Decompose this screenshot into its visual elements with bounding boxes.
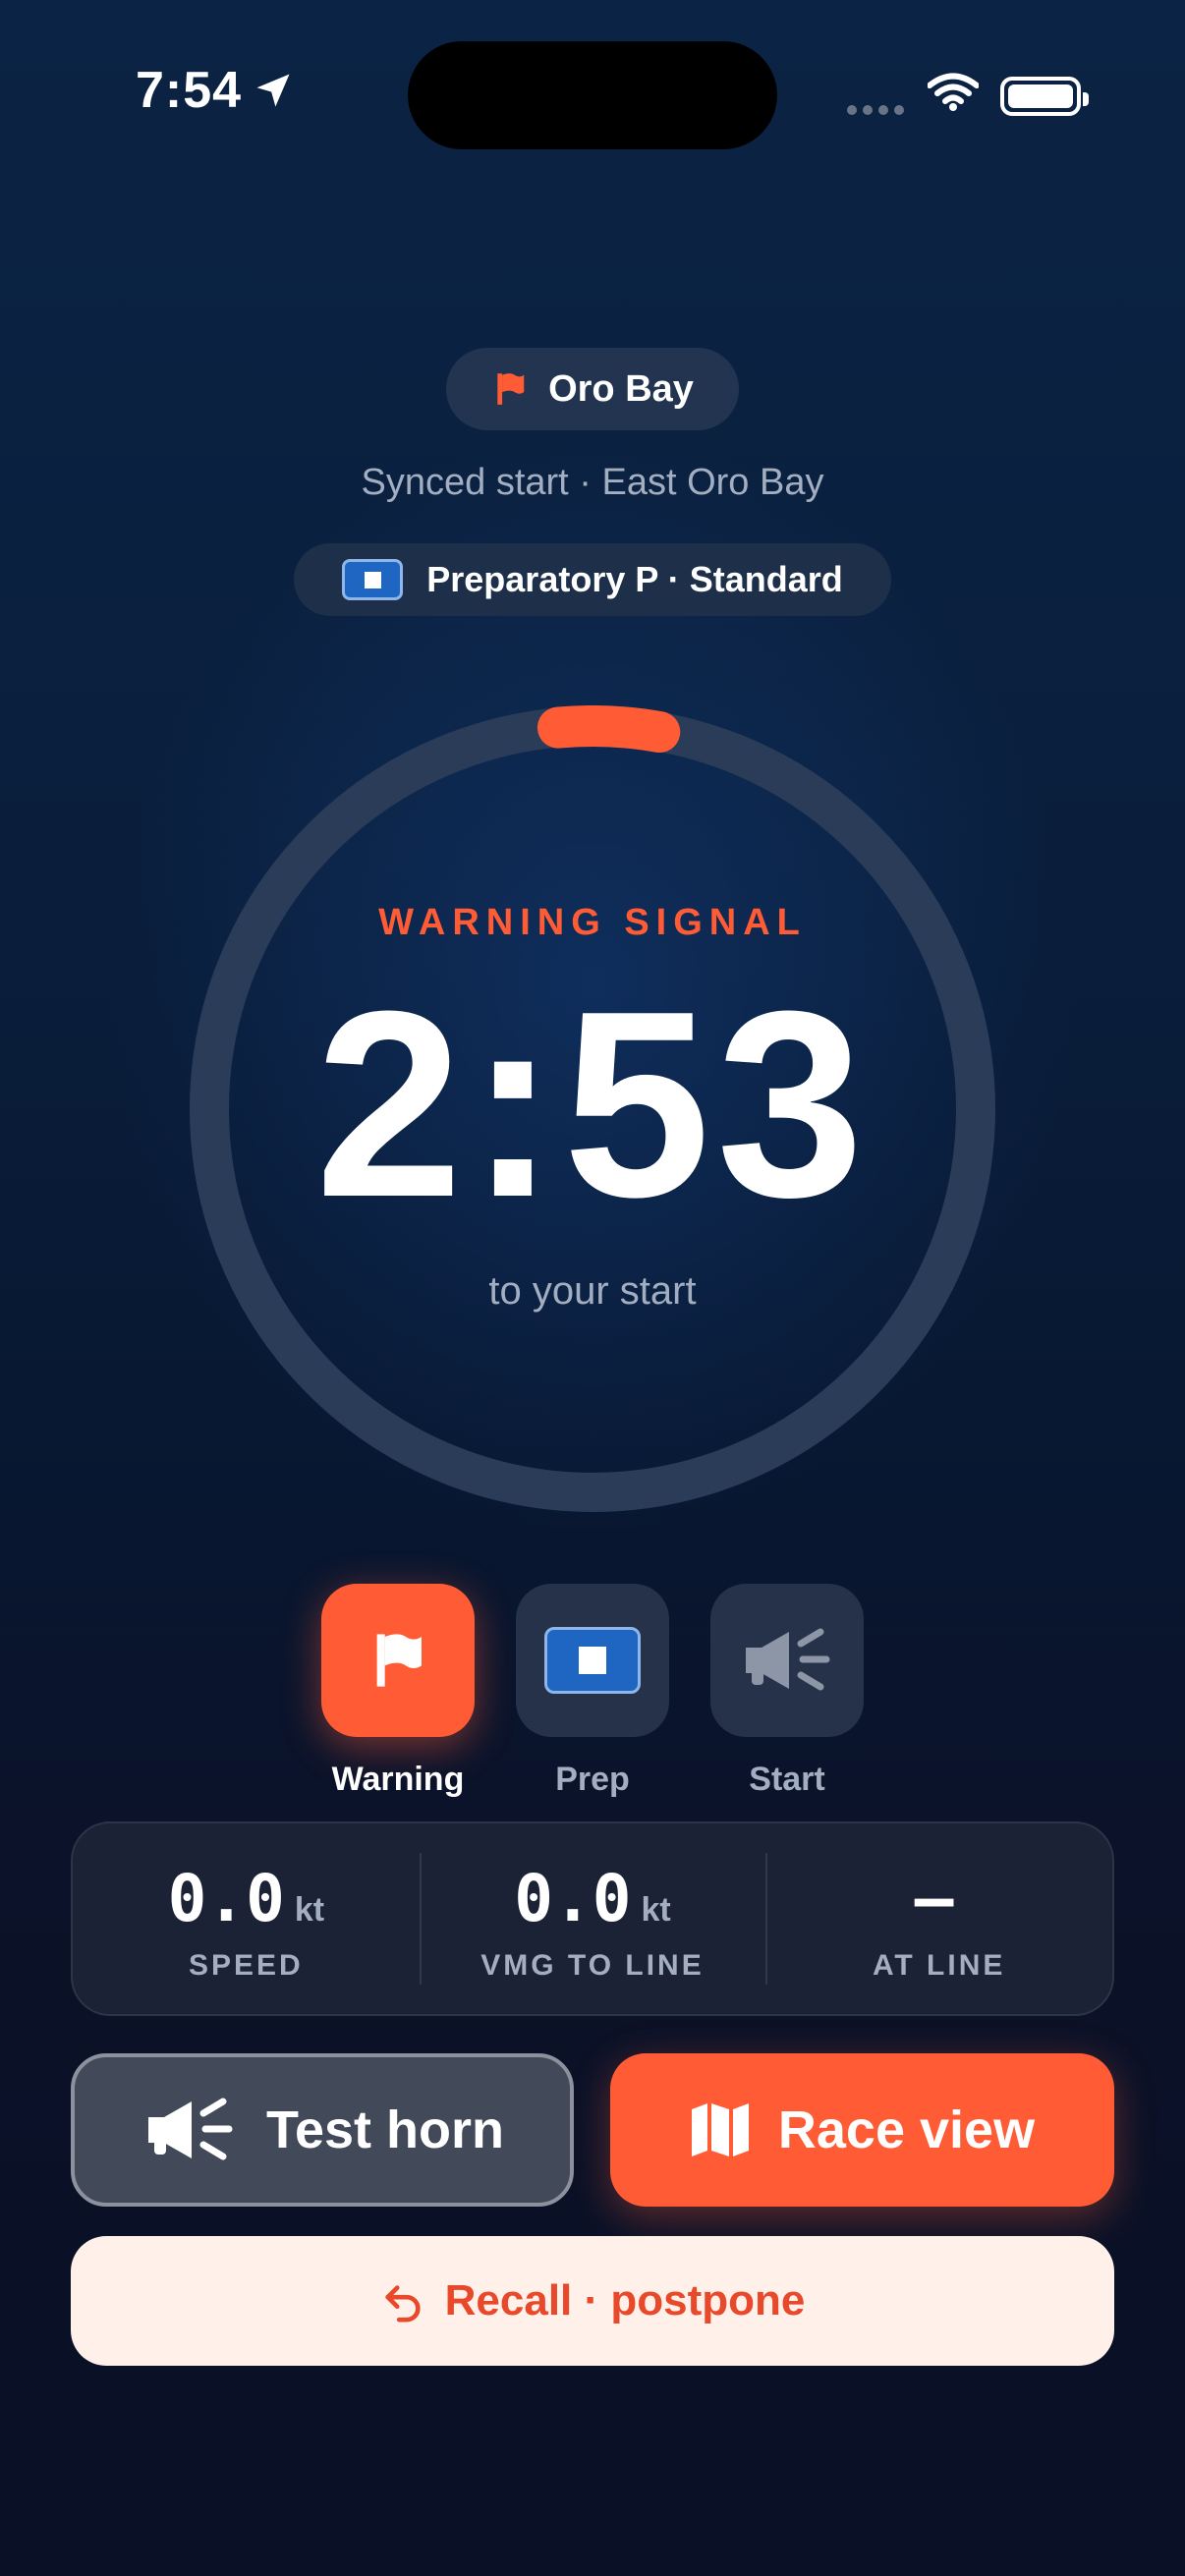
cellular-signal-icon (847, 102, 910, 120)
step-prep-tile[interactable] (516, 1584, 669, 1737)
horn-icon (148, 2098, 233, 2160)
stat-value: 0.0 (167, 1861, 285, 1936)
recall-label: Recall · postpone (444, 2276, 806, 2324)
phase-label: WARNING SIGNAL (378, 902, 807, 943)
countdown-time: 2:53 (314, 957, 871, 1253)
stat-label: VMG TO LINE (480, 1949, 705, 1982)
step-label: Start (749, 1761, 825, 1798)
recall-postpone-button[interactable]: Recall · postpone (71, 2236, 1114, 2366)
horn-icon (746, 1628, 830, 1691)
step-warning[interactable]: Warning (321, 1584, 475, 1799)
countdown-caption: to your start (488, 1269, 697, 1313)
stats-card: 0.0 kt SPEED 0.0 kt VMG TO LINE – AT LIN… (71, 1821, 1114, 2016)
step-label: Warning (331, 1761, 465, 1798)
step-start[interactable]: Start (710, 1584, 864, 1799)
stat-unit: kt (294, 1891, 325, 1929)
race-view-button[interactable]: Race view (610, 2053, 1114, 2207)
stat-speed: 0.0 kt SPEED (73, 1823, 420, 2014)
battery-icon (1000, 77, 1089, 116)
preparatory-flag-icon (544, 1627, 641, 1694)
test-horn-button[interactable]: Test horn (71, 2053, 574, 2207)
sync-subtitle: Synced start · East Oro Bay (361, 462, 824, 503)
race-view-label: Race view (777, 2100, 1036, 2159)
stat-value: – (914, 1861, 954, 1936)
status-time: 7:54 (136, 62, 243, 119)
flag-icon (376, 1634, 422, 1687)
step-label: Prep (555, 1761, 630, 1798)
undo-arrow-icon (385, 2285, 421, 2323)
signal-flag-label: Preparatory P · Standard (426, 559, 843, 599)
stat-vmg: 0.0 kt VMG TO LINE (419, 1823, 766, 2014)
stat-unit: kt (641, 1891, 671, 1929)
test-horn-label: Test horn (266, 2100, 504, 2159)
venue-pill[interactable]: Oro Bay (446, 348, 739, 430)
map-icon (691, 2103, 749, 2156)
wifi-icon (928, 73, 979, 111)
venue-name: Oro Bay (548, 367, 694, 410)
step-warning-tile[interactable] (321, 1584, 475, 1737)
step-start-tile[interactable] (710, 1584, 864, 1737)
stat-at-line: – AT LINE (765, 1823, 1112, 2014)
signal-flag-pill[interactable]: Preparatory P · Standard (294, 543, 891, 616)
stat-label: SPEED (188, 1949, 304, 1982)
stat-value: 0.0 (514, 1861, 632, 1936)
flag-icon (497, 373, 525, 405)
step-prep[interactable]: Prep (516, 1584, 669, 1799)
preparatory-flag-icon (342, 559, 404, 600)
countdown-progress-arc (536, 705, 681, 754)
dynamic-island (408, 41, 777, 149)
stat-label: AT LINE (872, 1949, 1006, 1982)
location-arrow-icon (256, 74, 290, 107)
